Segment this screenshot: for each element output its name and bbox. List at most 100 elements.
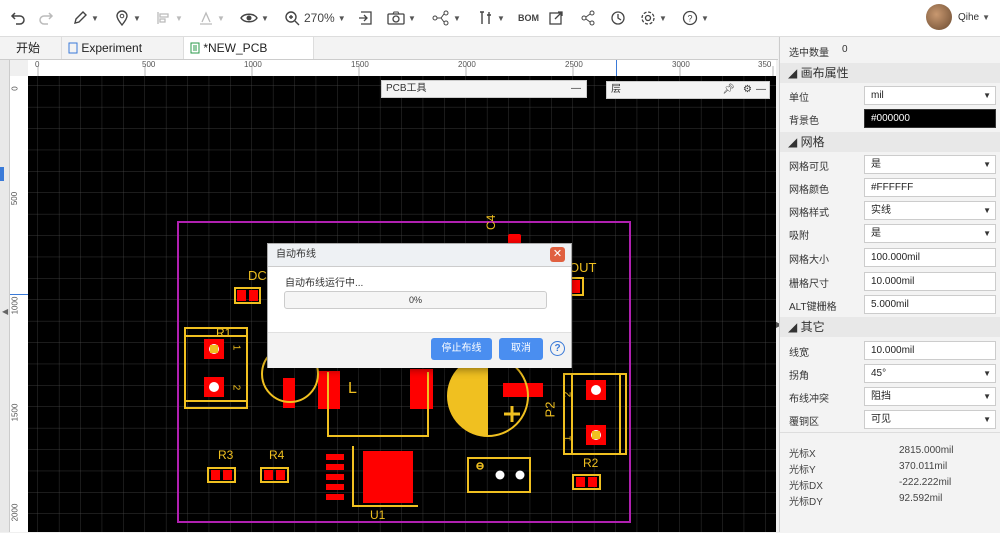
- minimize-icon[interactable]: —: [571, 81, 581, 97]
- pin-icon[interactable]: 📌︎: [722, 82, 735, 98]
- camera-icon[interactable]: ▼: [387, 8, 416, 28]
- label-r1-pin1: 1: [230, 344, 242, 351]
- ruler-tick: 2000: [458, 60, 476, 69]
- ruler-tick: 2500: [565, 60, 583, 69]
- history-icon[interactable]: [610, 8, 626, 28]
- cancel-button[interactable]: 取消: [499, 338, 543, 360]
- align-icon[interactable]: ▼: [156, 8, 183, 28]
- export-icon[interactable]: [548, 8, 564, 28]
- conflict-label: 布线冲突: [789, 394, 829, 405]
- tab-experiment[interactable]: Experiment: [62, 37, 184, 59]
- eye-icon[interactable]: ▼: [240, 8, 269, 28]
- progress-text: 0%: [408, 295, 422, 305]
- cursor-x-row: 光标X 2815.000mil: [789, 445, 953, 460]
- dc-pad-2: [249, 290, 258, 301]
- cursor-dy-label: 光标DY: [789, 497, 823, 508]
- snap-row: 吸附 是 ▼: [780, 222, 1000, 245]
- conflict-select[interactable]: 阻挡 ▼: [864, 387, 996, 406]
- cursor-dx-value: -222.222mil: [899, 477, 952, 488]
- dc-pad-1: [237, 290, 246, 301]
- label-r1: R1: [216, 326, 232, 340]
- ruler-tick: 500: [142, 60, 156, 69]
- grid-size-input[interactable]: 100.000mil: [864, 248, 996, 267]
- section-grid[interactable]: ◢ 网格: [780, 132, 1000, 152]
- gear-icon[interactable]: ▼: [640, 8, 667, 28]
- cursor-marker-left: [10, 294, 28, 295]
- main-toolbar: ▼ ▼ ▼ ▼ ▼ 270% ▼ ▼ ▼ ▼ BOM ▼ ? ▼ Qihe ▼: [0, 0, 1000, 37]
- label-r4: R4: [269, 448, 285, 462]
- grid-color-input[interactable]: #FFFFFF: [864, 178, 996, 197]
- label-l: L: [348, 380, 357, 397]
- location-pin-icon[interactable]: ▼: [114, 8, 141, 28]
- tab-start[interactable]: 开始: [10, 37, 62, 59]
- section-title: 网格: [800, 135, 825, 149]
- close-icon[interactable]: ✕: [550, 247, 565, 262]
- share-nodes-icon[interactable]: ▼: [432, 8, 461, 28]
- avatar[interactable]: [925, 4, 952, 30]
- stop-routing-button[interactable]: 停止布线: [431, 338, 492, 360]
- help-icon[interactable]: ?: [550, 341, 565, 356]
- pcb-tools-panel[interactable]: PCB工具 —: [381, 80, 587, 98]
- autoroute-dialog: 自动布线 ✕ 自动布线运行中... 0% 停止布线 取消 ?: [267, 243, 572, 368]
- copper-row: 覆铜区 可见 ▼: [780, 408, 1000, 431]
- layers-title: 层: [611, 84, 621, 95]
- distribute-icon[interactable]: ▼: [198, 8, 225, 28]
- share-icon[interactable]: [580, 8, 596, 28]
- tab-label: *NEW_PCB: [203, 41, 268, 55]
- snap-select[interactable]: 是 ▼: [864, 224, 996, 243]
- grid-color-row: 网格颜色 #FFFFFF: [780, 176, 1000, 199]
- corner-select[interactable]: 45° ▼: [864, 364, 996, 383]
- bg-color-label: 背景色: [789, 116, 819, 127]
- import-icon[interactable]: [358, 8, 374, 28]
- help-icon[interactable]: ? ▼: [682, 8, 709, 28]
- p2-square-marker: [592, 431, 600, 439]
- grid-size-label: 网格大小: [789, 255, 829, 266]
- gear-icon[interactable]: ⚙: [743, 82, 752, 98]
- cap-pad: [503, 383, 543, 397]
- cursor-y-value: 370.011mil: [899, 461, 948, 472]
- left-collapse-handle[interactable]: ◀: [2, 307, 8, 316]
- bom-button[interactable]: BOM: [518, 8, 539, 28]
- section-other[interactable]: ◢ 其它: [780, 317, 1000, 337]
- left-panel-indicator: [0, 167, 4, 181]
- tools-icon[interactable]: ▼: [478, 8, 505, 28]
- snap-size-input[interactable]: 10.000mil: [864, 272, 996, 291]
- copper-select[interactable]: 可见 ▼: [864, 410, 996, 429]
- unit-value: mil: [871, 90, 884, 101]
- label-out: OUT: [569, 260, 597, 275]
- section-title: 其它: [800, 320, 825, 334]
- line-width-input[interactable]: 10.000mil: [864, 341, 996, 360]
- label-r3: R3: [218, 448, 234, 462]
- redo-icon[interactable]: [38, 8, 54, 28]
- unit-select[interactable]: mil ▼: [864, 86, 996, 105]
- bg-color-input[interactable]: #000000: [864, 109, 996, 128]
- user-menu[interactable]: Qihe ▼: [925, 4, 990, 30]
- copper-label: 覆铜区: [789, 417, 819, 428]
- label-r2: R2: [583, 456, 599, 470]
- minimize-icon[interactable]: —: [756, 82, 766, 98]
- zoom-in-icon: [285, 11, 300, 26]
- section-canvas-properties[interactable]: ◢ 画布属性: [780, 63, 1000, 83]
- copper-value: 可见: [871, 414, 891, 425]
- cursor-y-row: 光标Y 370.011mil: [789, 461, 947, 476]
- u1-body-pad: [363, 451, 413, 503]
- undo-icon[interactable]: [10, 8, 26, 28]
- zoom-control[interactable]: 270% ▼: [284, 8, 346, 28]
- grid-visible-value: 是: [871, 159, 881, 170]
- u1-pin: [326, 474, 344, 480]
- tab-new-pcb[interactable]: *NEW_PCB: [184, 37, 314, 59]
- layers-panel[interactable]: 层 📌︎ ⚙ —: [606, 81, 770, 99]
- dialog-titlebar[interactable]: 自动布线 ✕: [268, 244, 571, 267]
- pencil-icon[interactable]: ▼: [72, 8, 99, 28]
- conn-hole-1: [495, 470, 505, 480]
- bg-color-row: 背景色 #000000: [780, 107, 1000, 130]
- grid-visible-select[interactable]: 是 ▼: [864, 155, 996, 174]
- alt-snap-input[interactable]: 5.000mil: [864, 295, 996, 314]
- coil-pad-1: [283, 378, 295, 408]
- left-panel-strip[interactable]: ◀: [0, 37, 10, 532]
- grid-style-select[interactable]: 实线 ▼: [864, 201, 996, 220]
- selected-count-value: 0: [842, 44, 848, 55]
- label-p2-pin1: 1: [562, 435, 574, 442]
- label-c4: C4: [484, 214, 498, 230]
- ruler-tick: 1500: [351, 60, 369, 69]
